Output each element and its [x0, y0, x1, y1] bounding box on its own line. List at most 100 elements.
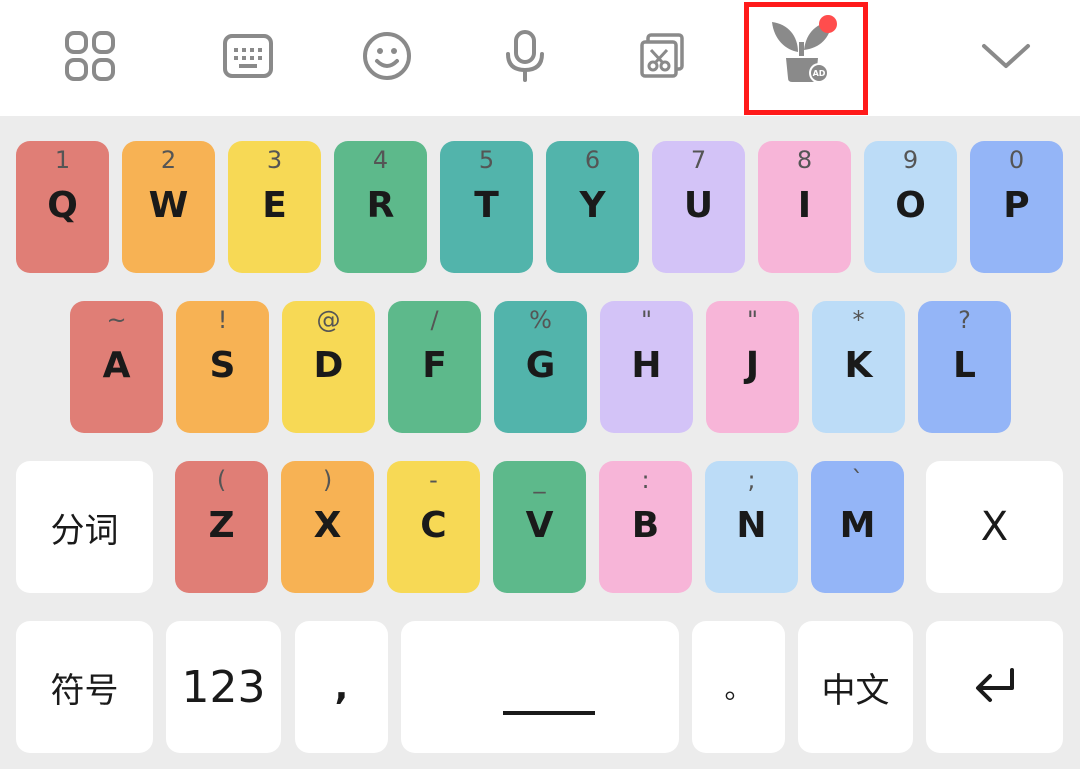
key-f-label: F	[422, 345, 447, 386]
enter-key[interactable]	[926, 621, 1063, 753]
key-c-label: C	[420, 505, 447, 546]
key-t-label: T	[474, 185, 499, 226]
key-a-label: A	[102, 345, 131, 386]
key-y[interactable]: 6 Y	[546, 141, 639, 273]
comma-key[interactable]: ,	[295, 621, 388, 753]
grid-icon	[65, 31, 115, 81]
key-h-label: H	[631, 345, 662, 386]
period-key-label: 。	[724, 672, 753, 705]
keyboard-button[interactable]	[208, 20, 288, 92]
numbers-key[interactable]: 123	[166, 621, 281, 753]
toolbar: AD	[0, 0, 1080, 116]
key-v[interactable]: _ V	[493, 461, 586, 593]
key-v-secondary: _	[533, 466, 546, 494]
period-key[interactable]: 。	[692, 621, 785, 753]
key-g-label: G	[525, 345, 556, 386]
key-k-label: K	[844, 345, 873, 386]
enter-icon	[975, 668, 1014, 702]
keyboard-icon	[223, 34, 273, 78]
key-r-label: R	[366, 185, 395, 226]
key-n[interactable]: ; N	[705, 461, 798, 593]
key-u-secondary: 7	[690, 146, 707, 174]
key-m-secondary: `	[851, 466, 864, 494]
language-key-label: 中文	[821, 670, 890, 711]
key-c[interactable]: - C	[387, 461, 480, 593]
key-b-secondary: :	[641, 466, 650, 494]
key-u-label: U	[683, 185, 714, 226]
key-d[interactable]: @ D	[282, 301, 375, 433]
key-k[interactable]: * K	[812, 301, 905, 433]
key-a[interactable]: ~ A	[70, 301, 163, 433]
key-q-label: Q	[47, 185, 78, 226]
key-b[interactable]: : B	[599, 461, 692, 593]
key-h[interactable]: " H	[600, 301, 693, 433]
key-l[interactable]: ? L	[918, 301, 1011, 433]
key-o-label: O	[895, 185, 926, 226]
key-o-secondary: 9	[902, 146, 919, 174]
key-h-secondary: "	[640, 306, 653, 334]
key-r[interactable]: 4 R	[334, 141, 427, 273]
key-s[interactable]: ! S	[176, 301, 269, 433]
key-t-secondary: 5	[478, 146, 495, 174]
symbols-key[interactable]: 符号	[16, 621, 153, 753]
key-m[interactable]: ` M	[811, 461, 904, 593]
key-l-label: L	[953, 345, 976, 386]
key-y-label: Y	[579, 185, 606, 226]
key-a-secondary: ~	[106, 306, 127, 334]
key-p[interactable]: 0 P	[970, 141, 1063, 273]
key-m-label: M	[839, 505, 876, 546]
key-w-secondary: 2	[160, 146, 177, 174]
clipboard-button[interactable]	[622, 20, 702, 92]
key-i-label: I	[797, 185, 812, 226]
key-w-label: W	[148, 185, 189, 226]
key-z[interactable]: ( Z	[175, 461, 268, 593]
key-t[interactable]: 5 T	[440, 141, 533, 273]
key-x-secondary: )	[322, 466, 333, 494]
key-n-label: N	[736, 505, 767, 546]
key-d-secondary: @	[316, 306, 341, 334]
key-c-secondary: -	[429, 466, 438, 494]
key-k-secondary: *	[852, 306, 865, 334]
emoji-button[interactable]	[347, 20, 427, 92]
key-n-secondary: ;	[747, 466, 756, 494]
symbols-key-label: 符号	[50, 670, 119, 711]
key-i-secondary: 8	[796, 146, 813, 174]
key-r-secondary: 4	[372, 146, 389, 174]
keyboard-area: 1 Q 2 W 3 E 4 R 5 T 6 Y 7 U 8 I 9 O 0 P …	[0, 116, 1080, 769]
voice-button[interactable]	[485, 20, 565, 92]
collapse-button[interactable]	[966, 20, 1046, 92]
key-x[interactable]: ) X	[281, 461, 374, 593]
emoji-icon	[363, 32, 411, 80]
language-key[interactable]: 中文	[798, 621, 913, 753]
comma-key-label: ,	[334, 666, 349, 708]
key-e-label: E	[262, 185, 287, 226]
key-i[interactable]: 8 I	[758, 141, 851, 273]
numbers-key-label: 123	[181, 661, 266, 713]
key-p-label: P	[1003, 185, 1030, 226]
space-key[interactable]	[401, 621, 679, 753]
key-j-secondary: "	[746, 306, 759, 334]
delete-key[interactable]: X	[926, 461, 1063, 593]
apps-button[interactable]	[50, 20, 130, 92]
key-f[interactable]: / F	[388, 301, 481, 433]
segment-key[interactable]: 分词	[16, 461, 153, 593]
key-y-secondary: 6	[584, 146, 601, 174]
clipboard-icon	[640, 33, 684, 78]
key-g[interactable]: % G	[494, 301, 587, 433]
key-u[interactable]: 7 U	[652, 141, 745, 273]
key-b-label: B	[631, 505, 660, 546]
key-f-secondary: /	[430, 306, 439, 334]
key-o[interactable]: 9 O	[864, 141, 957, 273]
segment-key-label: 分词	[50, 510, 119, 551]
key-w[interactable]: 2 W	[122, 141, 215, 273]
microphone-icon	[506, 30, 544, 82]
key-e[interactable]: 3 E	[228, 141, 321, 273]
key-s-secondary: !	[217, 306, 228, 334]
delete-key-label: X	[980, 504, 1009, 550]
key-j-label: J	[745, 345, 760, 386]
key-q[interactable]: 1 Q	[16, 141, 109, 273]
key-s-label: S	[209, 345, 236, 386]
key-v-label: V	[525, 505, 554, 546]
key-e-secondary: 3	[266, 146, 283, 174]
key-j[interactable]: " J	[706, 301, 799, 433]
